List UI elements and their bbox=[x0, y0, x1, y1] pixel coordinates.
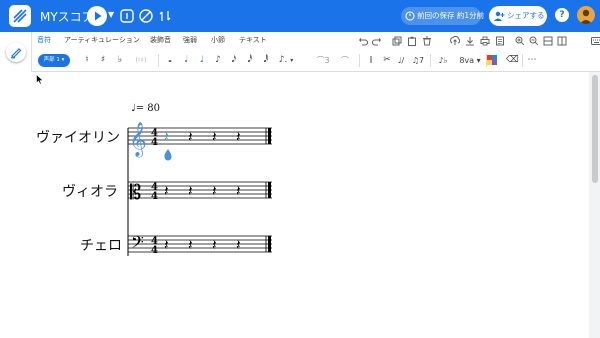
quarter-rest: 𝄽 bbox=[164, 182, 169, 200]
quarter-rest: 𝄽 bbox=[188, 128, 193, 146]
final-barline bbox=[268, 236, 271, 252]
staff-viola bbox=[128, 181, 272, 199]
input-cursor-icon bbox=[164, 149, 172, 161]
final-barline bbox=[268, 182, 271, 198]
quarter-rest: 𝄽 bbox=[212, 236, 217, 254]
quarter-rest: 𝄽 bbox=[188, 182, 193, 200]
time-signature-bottom: 4 bbox=[151, 245, 158, 256]
treble-clef-icon: 𝄞 bbox=[129, 122, 147, 158]
staff-violin bbox=[128, 127, 272, 145]
quarter-rest: 𝄽 bbox=[164, 236, 169, 254]
quarter-rest: 𝄽 bbox=[212, 182, 217, 200]
quarter-rest: 𝄽 bbox=[236, 128, 241, 146]
quarter-rest: 𝄽 bbox=[212, 128, 217, 146]
final-barline bbox=[268, 128, 271, 144]
alto-clef-icon: 𝄡 bbox=[130, 180, 141, 204]
time-signature-bottom: 4 bbox=[151, 137, 158, 148]
quarter-rest: 𝄽 bbox=[236, 182, 241, 200]
quarter-rest: 𝄽 bbox=[188, 236, 193, 254]
staff-cello bbox=[128, 235, 272, 253]
quarter-rest: 𝄽 bbox=[236, 236, 241, 254]
bass-clef-icon: 𝄢 bbox=[131, 232, 144, 256]
time-signature-bottom: 4 bbox=[151, 191, 158, 202]
quarter-rest-selected: 𝄽 bbox=[164, 128, 169, 146]
score-notation[interactable]: 𝄞 𝄡 𝄢 44 44 44 𝄽 𝄽 𝄽 𝄽 𝄽 𝄽 𝄽 𝄽 𝄽 𝄽 𝄽 𝄽 bbox=[0, 0, 600, 338]
